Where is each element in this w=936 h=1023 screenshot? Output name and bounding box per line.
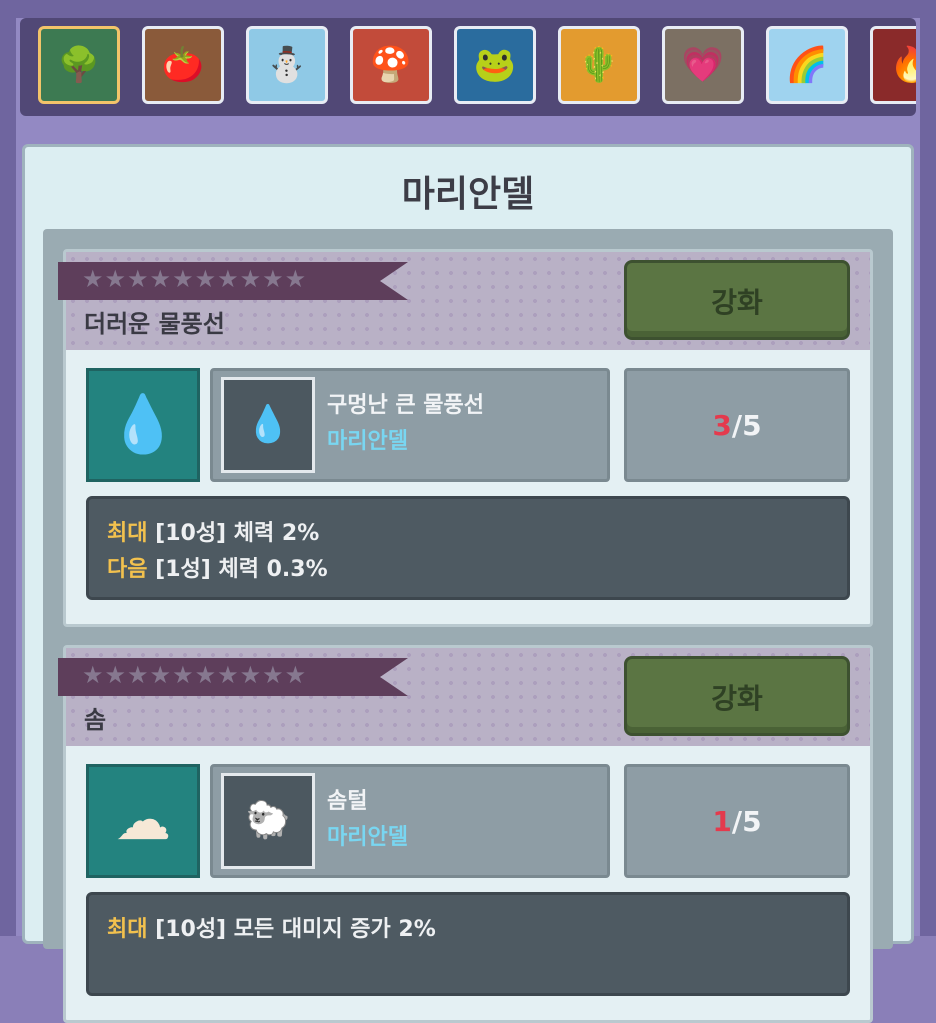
region-tab-strip: 🌳 🍅 ⛄ 🍄 🐸 🌵 💗 🌈 🔥	[20, 18, 916, 116]
stat-box: 최대 [10성] 모든 대미지 증가 2%	[86, 892, 850, 996]
small-water-balloon-icon: 💧	[245, 404, 291, 445]
material-count-box: 3/5	[624, 368, 850, 482]
stat-line-max: 최대 [10성] 체력 2%	[107, 515, 319, 547]
cave-icon: 💗	[681, 45, 725, 85]
material-source: 마리안델	[327, 825, 408, 850]
material-slot[interactable]: 🐑	[221, 773, 315, 869]
mushroom-icon: 🍄	[369, 45, 413, 85]
upgrade-button[interactable]: 강화	[624, 260, 850, 340]
stat-line-max: 최대 [10성] 모든 대미지 증가 2%	[107, 911, 436, 943]
mushroom-farm-icon: 🍅	[161, 45, 205, 85]
upgrade-button[interactable]: 강화	[624, 656, 850, 736]
material-box: 🐑 솜털 마리안델	[210, 764, 610, 878]
material-box: 💧 구멍난 큰 물풍선 마리안델	[210, 368, 610, 482]
upgrade-button-label: 강화	[711, 682, 763, 715]
stat-box: 최대 [10성] 체력 2% 다음 [1성] 체력 0.3%	[86, 496, 850, 600]
count-current: 1	[712, 805, 732, 838]
collection-panel: 마리안델 ★★★★★★★★★★ 더러운 물풍선 강화 💧 💧 구멍난 큰 물풍선…	[22, 144, 914, 1023]
star-ribbon: ★★★★★★★★★★	[58, 262, 408, 300]
star-ribbon: ★★★★★★★★★★	[58, 658, 408, 696]
region-tab-cave[interactable]: 💗	[662, 26, 744, 104]
card-header: ★★★★★★★★★★ 솜 강화	[58, 648, 870, 746]
upgrade-button-label: 강화	[711, 286, 763, 319]
water-icon: 🐸	[473, 45, 517, 85]
material-source: 마리안델	[327, 429, 408, 454]
region-tab-desert[interactable]: 🌵	[558, 26, 640, 104]
rainbow-icon: 🌈	[785, 45, 829, 85]
water-balloon-icon: 💧	[108, 392, 178, 457]
card-header: ★★★★★★★★★★ 더러운 물풍선 강화	[58, 252, 870, 350]
region-tab-snowfield[interactable]: ⛄	[246, 26, 328, 104]
star-rating: ★★★★★★★★★★	[82, 661, 308, 689]
stat-text: [1성] 체력 0.3%	[147, 557, 328, 582]
count-total: /5	[731, 409, 762, 442]
frame-right-border	[920, 0, 936, 936]
material-name: 구멍난 큰 물풍선	[327, 393, 484, 418]
collection-card: ★★★★★★★★★★ 더러운 물풍선 강화 💧 💧 구멍난 큰 물풍선 마리안델…	[58, 249, 873, 627]
region-tab-rainbow[interactable]: 🌈	[766, 26, 848, 104]
cotton-icon: ☁	[115, 788, 171, 853]
card-title: 더러운 물풍선	[84, 310, 225, 338]
material-name: 솜털	[327, 789, 368, 814]
fluff-icon: 🐑	[245, 800, 291, 841]
panel-title: 마리안델	[401, 174, 535, 215]
forest-icon: 🌳	[57, 45, 101, 85]
region-tab-mushroom-farm[interactable]: 🍅	[142, 26, 224, 104]
region-tab-water[interactable]: 🐸	[454, 26, 536, 104]
region-tab-lava[interactable]: 🔥	[870, 26, 916, 104]
count-current: 3	[712, 409, 732, 442]
material-slot[interactable]: 💧	[221, 377, 315, 473]
stat-text: [10성] 체력 2%	[147, 521, 320, 546]
count-total: /5	[731, 805, 762, 838]
stat-text: [10성] 모든 대미지 증가 2%	[147, 917, 436, 942]
item-list[interactable]: ★★★★★★★★★★ 더러운 물풍선 강화 💧 💧 구멍난 큰 물풍선 마리안델…	[43, 229, 893, 1023]
stat-key: 다음	[107, 557, 148, 582]
stat-line-next: 다음 [1성] 체력 0.3%	[107, 551, 328, 583]
stat-key: 최대	[107, 917, 148, 942]
frame-left-border	[0, 0, 16, 936]
item-tile[interactable]: ☁	[86, 764, 200, 878]
collection-card: ★★★★★★★★★★ 솜 강화 ☁ 🐑 솜털 마리안델 1/5 최대 [10성]…	[58, 645, 873, 1023]
snowfield-icon: ⛄	[265, 45, 309, 85]
item-tile[interactable]: 💧	[86, 368, 200, 482]
region-tab-mushroom[interactable]: 🍄	[350, 26, 432, 104]
lava-icon: 🔥	[890, 48, 916, 82]
frame-top-border	[0, 0, 936, 18]
star-rating: ★★★★★★★★★★	[82, 265, 308, 293]
region-tab-forest[interactable]: 🌳	[38, 26, 120, 104]
stat-key: 최대	[107, 521, 148, 546]
material-count: 3/5	[627, 409, 847, 442]
desert-icon: 🌵	[577, 45, 621, 85]
card-title: 솜	[84, 706, 107, 734]
material-count: 1/5	[627, 805, 847, 838]
material-count-box: 1/5	[624, 764, 850, 878]
